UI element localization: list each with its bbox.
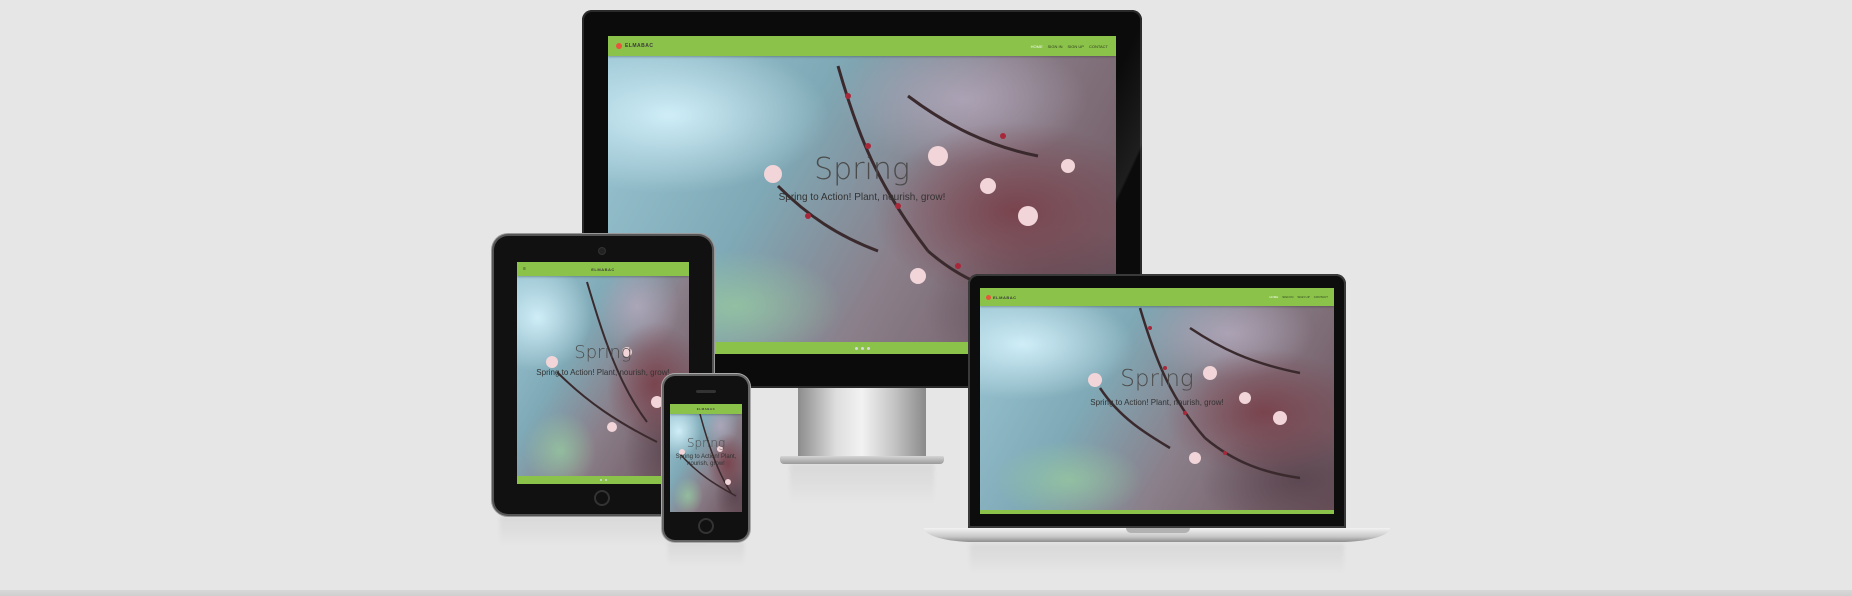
nav-links: HOME SIGN IN SIGN UP CONTACT — [1269, 295, 1328, 299]
nav-sign-up[interactable]: SIGN UP — [1068, 44, 1084, 49]
nav-home[interactable]: HOME — [1031, 44, 1043, 49]
hero-subtitle: Spring to Action! Plant, nourish, grow! — [536, 368, 670, 377]
carousel-dots[interactable] — [599, 479, 607, 481]
floor — [0, 590, 1852, 596]
camera-icon — [599, 248, 605, 254]
laptop: ELMABAC HOME SIGN IN SIGN UP CONTACT Spr… — [968, 274, 1346, 528]
nav-contact[interactable]: CONTACT — [1314, 295, 1328, 299]
site-footer — [980, 510, 1334, 514]
phone-screen: ELMABAC Spring Spring to Action! Plant, … — [670, 404, 742, 512]
hero-subtitle: Spring to Action! Plant, nourish, grow! — [675, 454, 737, 467]
nav-home[interactable]: HOME — [1269, 295, 1278, 299]
nav-links: HOME SIGN IN SIGN UP CONTACT — [1031, 44, 1108, 49]
laptop-screen: ELMABAC HOME SIGN IN SIGN UP CONTACT Spr… — [980, 288, 1334, 514]
home-button[interactable] — [594, 490, 610, 506]
laptop-notch — [1126, 528, 1190, 533]
nav-sign-in[interactable]: SIGN IN — [1282, 295, 1293, 299]
imac-stand — [798, 388, 926, 458]
imac-reflection — [790, 464, 934, 504]
iphone-reflection — [668, 542, 744, 566]
logo-icon — [616, 43, 622, 49]
macbook-reflection — [970, 544, 1344, 574]
carousel-dots[interactable] — [854, 346, 870, 350]
logo-text: ELMABAC — [625, 43, 654, 49]
logo-icon — [986, 294, 991, 300]
hero-subtitle: Spring to Action! Plant, nourish, grow! — [1090, 398, 1224, 407]
site-logo[interactable]: ELMABAC — [616, 43, 654, 49]
home-button[interactable] — [698, 518, 714, 534]
site-navbar: ELMABAC HOME SIGN IN SIGN UP CONTACT — [608, 36, 1116, 56]
hero-title: Spring — [1120, 366, 1194, 392]
site-logo[interactable]: ELMABAC — [591, 267, 615, 272]
hero-title: Spring — [686, 436, 726, 450]
logo-text: ELMABAC — [993, 294, 1017, 300]
hero-title: Spring — [814, 152, 910, 187]
hero-subtitle: Spring to Action! Plant, nourish, grow! — [778, 192, 946, 203]
site-logo[interactable]: ELMABAC — [697, 407, 716, 411]
nav-sign-up[interactable]: SIGN UP — [1297, 295, 1309, 299]
logo-text: ELMABAC — [696, 407, 716, 411]
phone: ELMABAC Spring Spring to Action! Plant, … — [664, 376, 748, 540]
logo-text: ELMABAC — [591, 266, 615, 272]
imac-stand-foot — [780, 456, 944, 464]
site-navbar: ELMABAC — [670, 404, 742, 414]
site-logo[interactable]: ELMABAC — [986, 294, 1017, 300]
nav-sign-in[interactable]: SIGN IN — [1048, 44, 1063, 49]
menu-icon[interactable]: ≡ — [523, 266, 526, 272]
site-navbar: ELMABAC HOME SIGN IN SIGN UP CONTACT — [980, 288, 1334, 306]
hero-title: Spring — [574, 342, 632, 363]
speaker-icon — [696, 390, 716, 393]
nav-contact[interactable]: CONTACT — [1089, 44, 1108, 49]
site-navbar: ≡ ELMABAC — [517, 262, 689, 276]
